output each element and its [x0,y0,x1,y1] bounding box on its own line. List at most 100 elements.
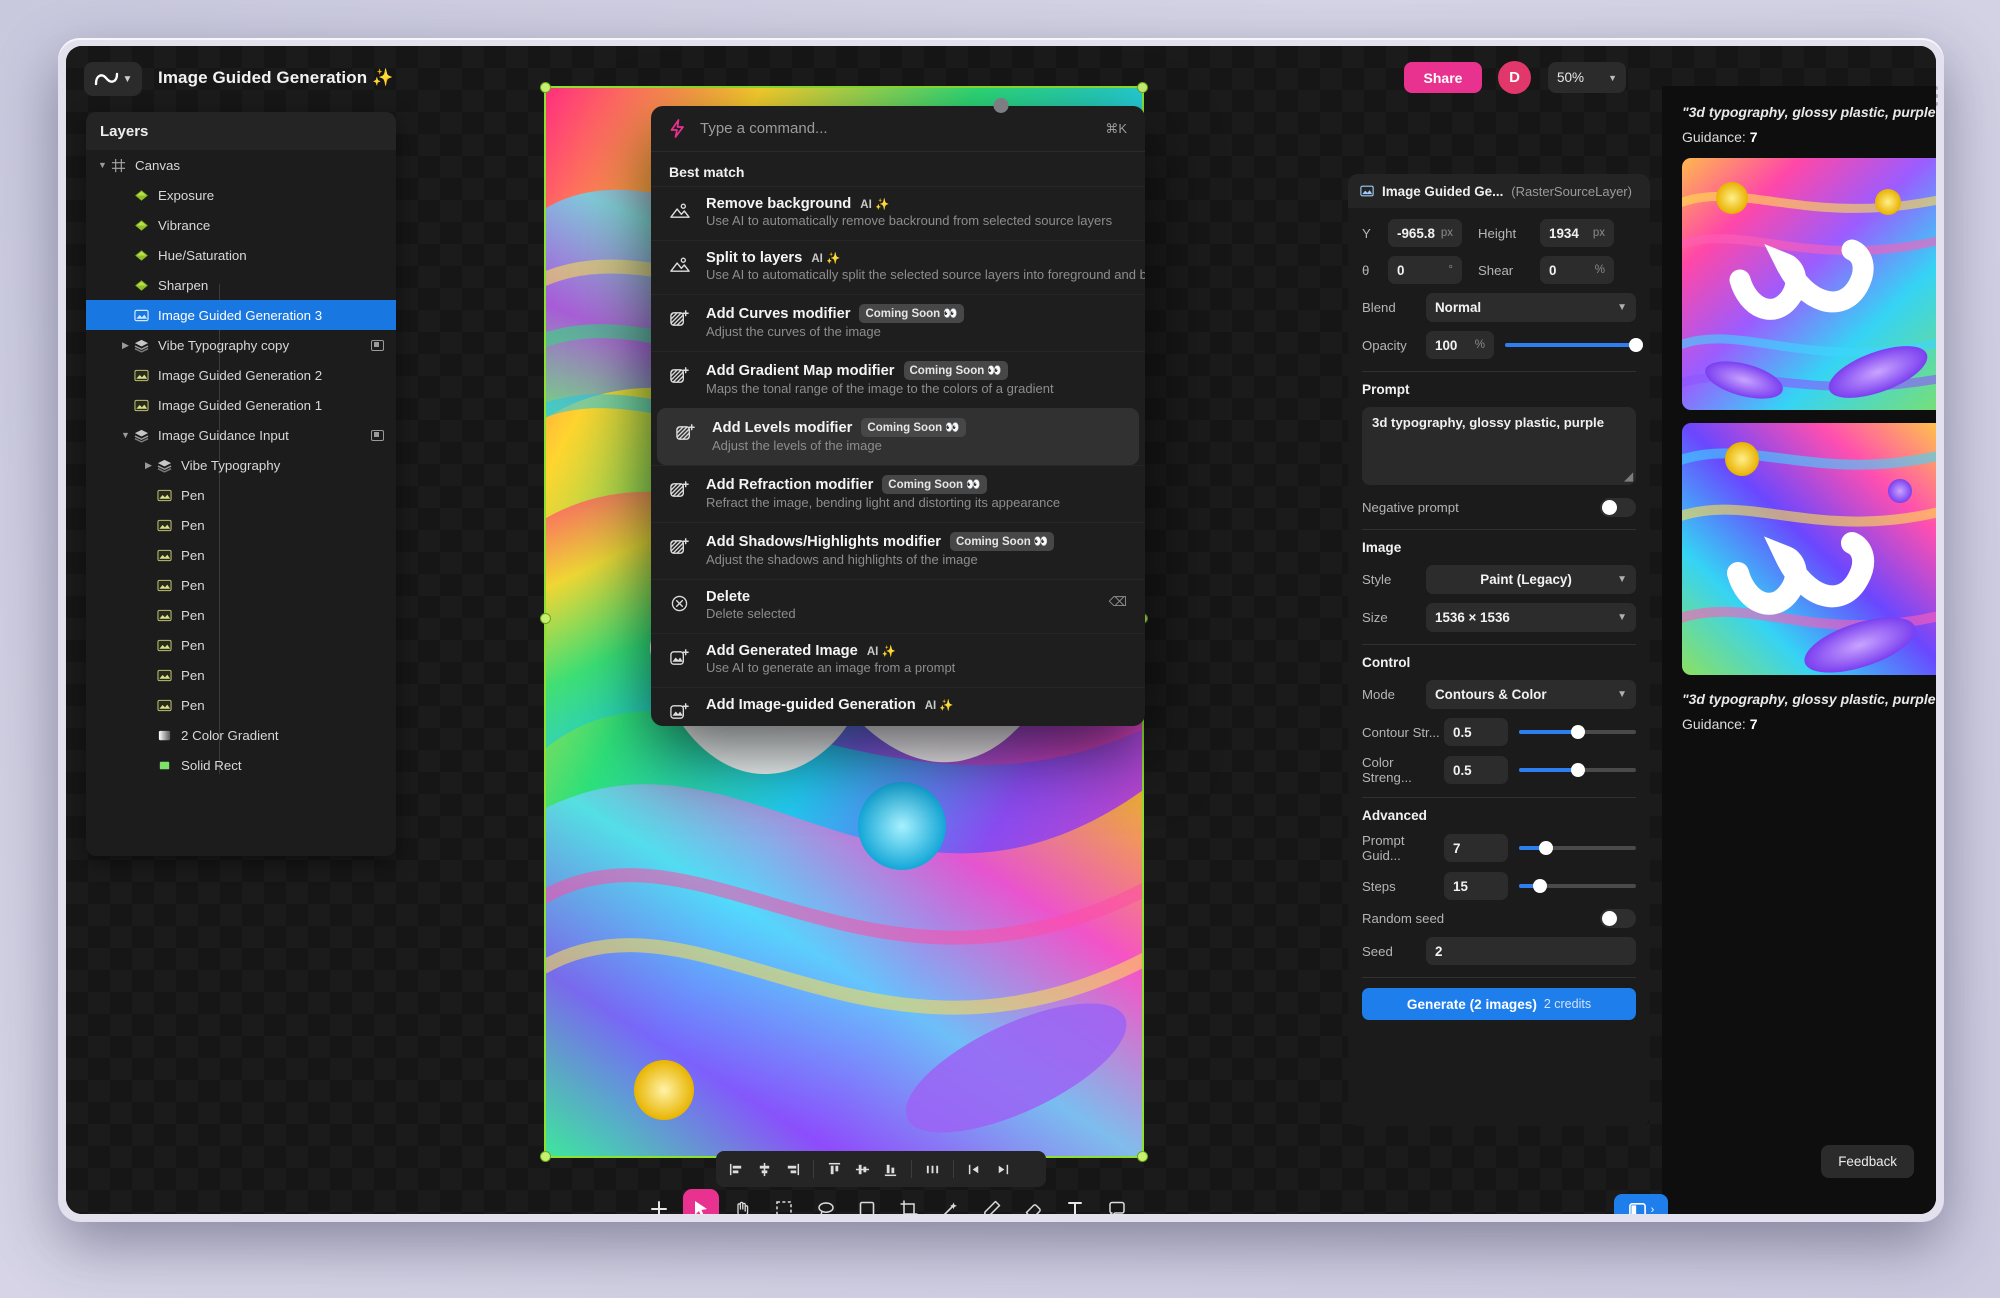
prompt-guidance-slider[interactable] [1519,841,1636,855]
layer-row-canvas[interactable]: ▼ Canvas [86,150,396,180]
layer-row-image-guided-generation-2[interactable]: Image Guided Generation 2 [86,360,396,390]
layer-row-solid-rect[interactable]: Solid Rect [86,750,396,780]
align-center-h-icon[interactable] [752,1157,777,1182]
opacity-slider[interactable] [1505,338,1643,352]
lasso-select-icon[interactable] [807,1189,844,1214]
align-right-icon[interactable] [780,1157,805,1182]
layer-row-pen[interactable]: Pen [86,690,396,720]
resize-handle-bottom-left[interactable] [540,1151,551,1162]
command-item-remove-background[interactable]: Remove background AI ✨ Use AI to automatic… [651,186,1145,240]
rectangle-icon[interactable] [849,1189,886,1214]
caret-down-icon[interactable]: ▼ [119,430,132,440]
layer-row-pen[interactable]: Pen [86,510,396,540]
command-item-delete[interactable]: Delete Delete selected ⌫ [651,579,1145,633]
text-icon[interactable] [1057,1189,1094,1214]
align-middle-v-icon[interactable] [850,1157,875,1182]
command-item-add-gradient-map-modifier[interactable]: Add Gradient Map modifier Coming Soon 👀 Ma… [651,351,1145,408]
result-thumbnail[interactable] [1682,423,1936,675]
prompt-textarea[interactable]: 3d typography, glossy plastic, purple ◢ [1362,407,1636,485]
steps-slider[interactable] [1519,879,1636,893]
layer-row-pen[interactable]: Pen [86,480,396,510]
tool-dock[interactable] [641,1186,1135,1214]
command-item-add-image-guided-generation[interactable]: Add Image-guided Generation AI ✨ [651,687,1145,726]
resize-grip-icon[interactable]: ◢ [1625,470,1633,483]
layer-row-hue-saturation[interactable]: Hue/Saturation [86,240,396,270]
resize-handle-left[interactable] [540,613,551,624]
flip-icon[interactable] [990,1157,1015,1182]
color-strength-field[interactable]: 0.5 [1444,756,1508,784]
layer-row-pen[interactable]: Pen [86,540,396,570]
height-field[interactable]: 1934 px [1540,219,1614,247]
command-item-add-shadows-highlights-modifier[interactable]: Add Shadows/Highlights modifier Coming So… [651,522,1145,579]
theta-field[interactable]: 0 ° [1388,256,1462,284]
shear-field[interactable]: 0 % [1540,256,1614,284]
layer-row-2-color-gradient[interactable]: 2 Color Gradient [86,720,396,750]
avatar[interactable]: D [1498,61,1531,94]
app-logo-button[interactable]: ▼ [84,62,142,96]
result-thumbnail[interactable] [1682,158,1936,410]
command-item-add-refraction-modifier[interactable]: Add Refraction modifier Coming Soon 👀 Refr… [651,465,1145,522]
result-item[interactable]: "3d typography, glossy plastic, purple" … [1682,104,1936,675]
layer-row-vibe-typography[interactable]: ▶ Vibe Typography [86,450,396,480]
layer-row-image-guided-generation-3[interactable]: Image Guided Generation 3 [86,300,396,330]
color-strength-slider[interactable] [1519,763,1636,777]
steps-field[interactable]: 15 [1444,872,1508,900]
layer-row-pen[interactable]: Pen [86,570,396,600]
size-select[interactable]: 1536 × 1536 ▼ [1426,603,1636,632]
results-rail[interactable]: "3d typography, glossy plastic, purple" … [1662,86,1936,1214]
distribute-h-icon[interactable] [920,1157,945,1182]
caret-right-icon[interactable]: ▶ [142,460,155,471]
palette-drag-grip[interactable] [993,98,1009,113]
contour-strength-slider[interactable] [1519,725,1636,739]
zoom-level-selector[interactable]: 50% ▼ [1548,62,1626,93]
layer-row-pen[interactable]: Pen [86,600,396,630]
align-bottom-icon[interactable] [878,1157,903,1182]
command-item-add-curves-modifier[interactable]: Add Curves modifier Coming Soon 👀 Adjust t… [651,294,1145,351]
marquee-select-icon[interactable] [766,1189,803,1214]
share-button[interactable]: Share [1404,62,1482,93]
layer-row-pen[interactable]: Pen [86,630,396,660]
command-item-add-levels-modifier[interactable]: Add Levels modifier Coming Soon 👀 Adjust t… [657,408,1139,465]
eraser-icon[interactable] [1015,1189,1052,1214]
random-seed-toggle[interactable] [1600,909,1636,928]
command-list[interactable]: Remove background AI ✨ Use AI to automatic… [651,186,1145,726]
style-select[interactable]: Paint (Legacy) ▼ [1426,565,1636,594]
prompt-guidance-field[interactable]: 7 [1444,834,1508,862]
layer-row-image-guidance-input[interactable]: ▼ Image Guidance Input [86,420,396,450]
mode-select[interactable]: Contours & Color ▼ [1426,680,1636,709]
caret-down-icon[interactable]: ▼ [96,160,109,170]
layer-mask-badge[interactable] [371,429,384,441]
command-item-add-generated-image[interactable]: Add Generated Image AI ✨ Use AI to generat… [651,633,1145,687]
resize-handle-bottom-right[interactable] [1137,1151,1148,1162]
generate-button[interactable]: Generate (2 images) 2 credits [1362,988,1636,1020]
command-input-row[interactable]: Type a command... ⌘K [651,106,1145,152]
panel-toggle-button[interactable]: › [1614,1194,1668,1214]
cursor-select-icon[interactable] [682,1189,720,1214]
layer-row-exposure[interactable]: Exposure [86,180,396,210]
layer-mask-badge[interactable] [371,339,384,351]
layer-row-vibrance[interactable]: Vibrance [86,210,396,240]
result-item[interactable]: "3d typography, glossy plastic, purple" … [1682,691,1936,732]
layer-row-vibe-typography-copy[interactable]: ▶ Vibe Typography copy [86,330,396,360]
layer-row-pen[interactable]: Pen [86,660,396,690]
pen-icon[interactable] [974,1189,1011,1214]
command-item-split-to-layers[interactable]: Split to layers AI ✨ Use AI to automatical… [651,240,1145,294]
caret-right-icon[interactable]: ▶ [119,340,132,351]
contour-strength-field[interactable]: 0.5 [1444,718,1508,746]
hand-pan-icon[interactable] [724,1189,761,1214]
add-icon[interactable] [641,1189,678,1214]
y-field[interactable]: -965.8 px [1388,219,1462,247]
blend-select[interactable]: Normal ▼ [1426,293,1636,322]
comment-icon[interactable] [1098,1189,1135,1214]
seed-field[interactable]: 2 [1426,937,1636,965]
negative-prompt-toggle[interactable] [1600,498,1636,517]
layer-row-sharpen[interactable]: Sharpen [86,270,396,300]
layer-row-image-guided-generation-1[interactable]: Image Guided Generation 1 [86,390,396,420]
align-left-icon[interactable] [724,1157,749,1182]
opacity-field[interactable]: 100 % [1426,331,1494,359]
align-toolbar[interactable] [716,1151,1046,1187]
magic-wand-icon[interactable] [932,1189,969,1214]
distribute-v-icon[interactable] [962,1157,987,1182]
feedback-button[interactable]: Feedback [1821,1145,1914,1178]
crop-icon[interactable] [890,1189,927,1214]
